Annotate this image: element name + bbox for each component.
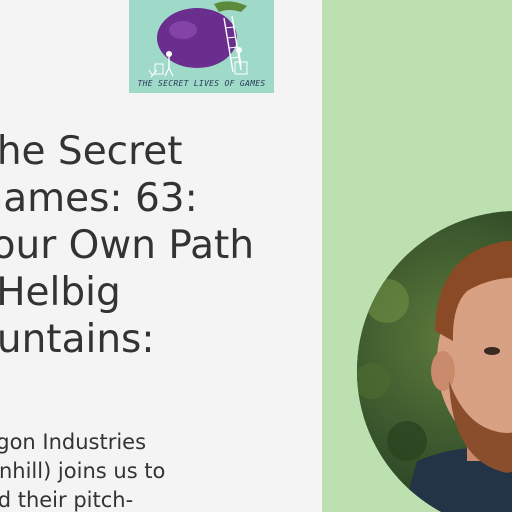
portrait-illustration <box>357 211 512 512</box>
episode-title[interactable]: The Secret Games: 63: Your Own Path l He… <box>0 128 254 363</box>
title-line: The Secret <box>0 129 183 174</box>
title-line: Your Own Path <box>0 223 255 268</box>
title-line: ountains: <box>0 317 155 362</box>
guest-panel <box>322 0 512 512</box>
episode-description: Megagon Industries : Downhill) joins us … <box>0 428 165 512</box>
cover-caption: THE SECRET LIVES OF GAMES <box>137 79 266 88</box>
guest-portrait <box>357 211 512 512</box>
podcast-cover-image[interactable]: THE SECRET LIVES OF GAMES <box>129 0 274 93</box>
description-line: Megagon Industries <box>0 430 147 454</box>
article-panel: THE SECRET LIVES OF GAMES The Secret Gam… <box>0 0 322 512</box>
description-line: behind their pitch- <box>0 488 134 512</box>
title-line: l Helbig <box>0 270 121 315</box>
description-line: : Downhill) joins us to <box>0 459 166 483</box>
title-line: Games: 63: <box>0 176 198 221</box>
